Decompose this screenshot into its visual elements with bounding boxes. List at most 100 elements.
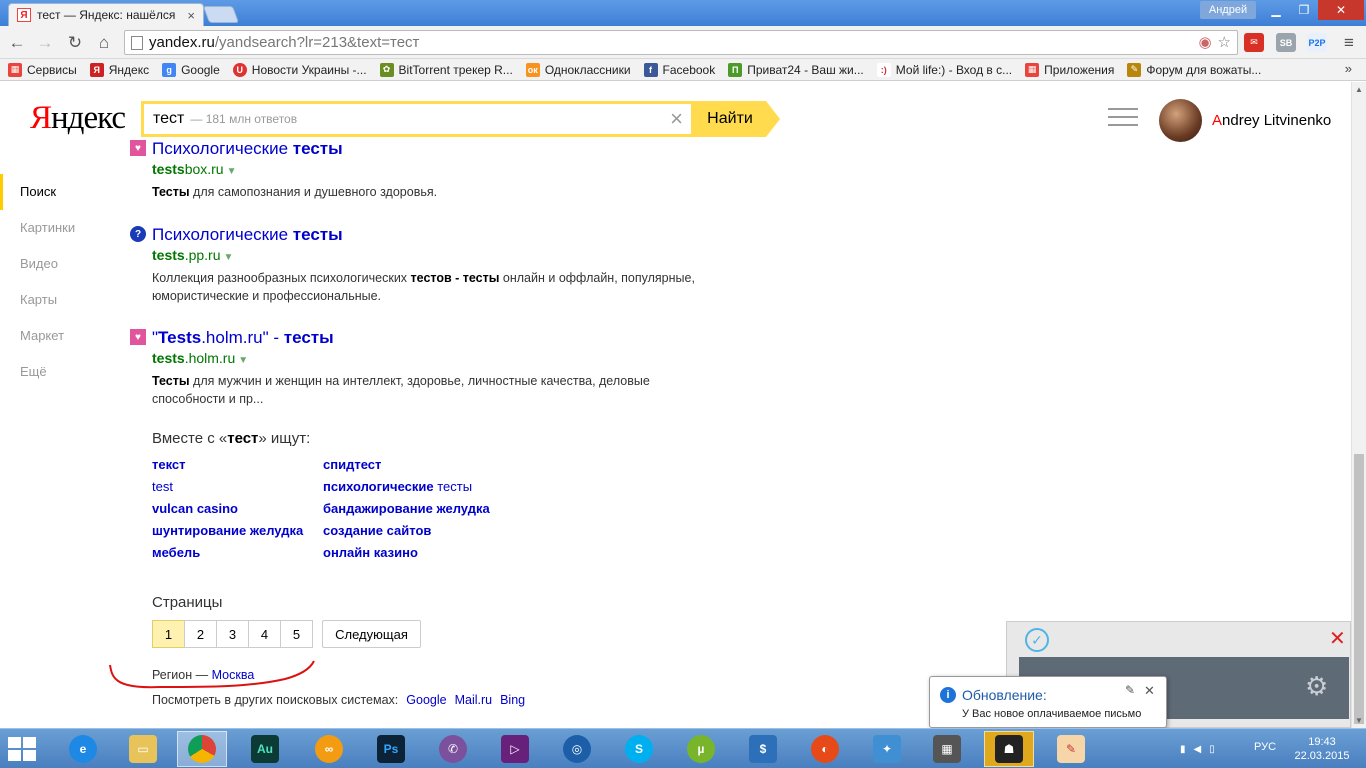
taskbar-chrome[interactable] bbox=[177, 731, 227, 767]
nav-search[interactable]: Поиск bbox=[0, 174, 120, 210]
address-bar[interactable]: yandex.ru/yandsearch?lr=213&text=тест ◉ … bbox=[124, 30, 1238, 55]
forward-arrow-icon[interactable]: → bbox=[34, 32, 56, 54]
profile-badge[interactable]: Андрей bbox=[1200, 1, 1256, 19]
new-tab-button[interactable] bbox=[202, 6, 240, 23]
close-icon[interactable]: ✕ bbox=[1329, 626, 1346, 651]
maximize-icon[interactable]: ❐ bbox=[1290, 0, 1318, 20]
page-scrollbar[interactable]: ▲ ▼ bbox=[1351, 82, 1366, 728]
language-indicator[interactable]: РУС bbox=[1254, 741, 1276, 753]
related-search-link[interactable]: онлайн казино bbox=[323, 542, 490, 564]
scroll-up-icon[interactable]: ▲ bbox=[1355, 85, 1363, 94]
page-1-button[interactable]: 1 bbox=[152, 620, 185, 648]
check-icon[interactable]: ✓ bbox=[1025, 628, 1049, 652]
bookmark-item[interactable]: ▦ Сервисы bbox=[8, 62, 77, 77]
minimize-icon[interactable]: ▁ bbox=[1262, 0, 1290, 20]
scroll-down-icon[interactable]: ▼ bbox=[1355, 716, 1363, 725]
gear-icon[interactable]: ⚙ bbox=[1305, 671, 1328, 702]
close-icon[interactable]: ✕ bbox=[1144, 683, 1155, 699]
scroll-thumb[interactable] bbox=[1354, 454, 1364, 724]
bookmark-item[interactable]: ✿ BitTorrent трекер R... bbox=[379, 62, 513, 77]
related-search-link[interactable]: мебель bbox=[152, 542, 303, 564]
browser-tab[interactable]: Я тест — Яндекс: нашёлся × bbox=[8, 3, 204, 26]
result-title-link[interactable]: "Tests.holm.ru" - тесты bbox=[152, 327, 710, 349]
volume-icon[interactable]: ◀ bbox=[1194, 744, 1202, 755]
related-search-link[interactable]: текст bbox=[152, 454, 303, 476]
result-url[interactable]: tests.pp.ru ▼ bbox=[152, 246, 710, 267]
bookmark-item[interactable]: f Facebook bbox=[643, 62, 715, 77]
result-url[interactable]: tests.holm.ru ▼ bbox=[152, 349, 710, 370]
taskbar-app[interactable]: ∞ bbox=[304, 731, 354, 767]
page-2-button[interactable]: 2 bbox=[184, 620, 217, 648]
yandex-logo[interactable]: Яндекс bbox=[30, 100, 126, 137]
p2p-extension-icon[interactable]: P2P bbox=[1307, 33, 1327, 52]
menu-icon[interactable]: ≡ bbox=[1338, 32, 1360, 54]
clear-icon[interactable]: × bbox=[670, 108, 683, 130]
bookmark-item[interactable]: П Приват24 - Ваш жи... bbox=[728, 62, 864, 77]
sb-extension-icon[interactable]: SB bbox=[1276, 33, 1296, 52]
page-3-button[interactable]: 3 bbox=[216, 620, 249, 648]
back-arrow-icon[interactable]: ← bbox=[6, 32, 28, 54]
nav-images[interactable]: Картинки bbox=[0, 210, 120, 246]
related-search-link[interactable]: шунтирование желудка bbox=[152, 520, 303, 542]
taskbar-ie[interactable]: e bbox=[58, 731, 108, 767]
engine-bing-link[interactable]: Bing bbox=[500, 693, 525, 707]
gmail-extension-icon[interactable]: ✉ bbox=[1244, 33, 1264, 52]
taskbar-app[interactable]: ◎ bbox=[552, 731, 602, 767]
notification-balloon[interactable]: i Обновление: У Вас новое оплачиваемое п… bbox=[929, 676, 1167, 728]
search-input[interactable]: тест — 181 млн ответов × bbox=[141, 101, 694, 137]
dropdown-arrow-icon[interactable]: ▼ bbox=[224, 252, 234, 263]
nav-maps[interactable]: Карты bbox=[0, 282, 120, 318]
nav-more[interactable]: Ещё bbox=[0, 354, 120, 390]
reload-icon[interactable]: ↻ bbox=[64, 32, 86, 54]
next-page-button[interactable]: Следующая bbox=[322, 620, 421, 648]
result-title-link[interactable]: Психологические тесты bbox=[152, 138, 437, 160]
network-icon[interactable]: ▮ bbox=[1180, 744, 1186, 755]
taskbar-paint[interactable]: ✎ bbox=[1046, 731, 1096, 767]
result-title-link[interactable]: Психологические тесты bbox=[152, 224, 710, 246]
bookmark-item[interactable]: g Google bbox=[162, 62, 220, 77]
bookmark-item[interactable]: ок Одноклассники bbox=[525, 62, 631, 77]
taskbar-photoshop[interactable]: Ps bbox=[366, 731, 416, 767]
bookmark-item[interactable]: ▦ Приложения bbox=[1025, 62, 1114, 77]
nav-market[interactable]: Маркет bbox=[0, 318, 120, 354]
taskbar-audition[interactable]: Au bbox=[240, 731, 290, 767]
bookmark-item[interactable]: Я Яндекс bbox=[89, 62, 149, 77]
taskbar-app[interactable]: ◐ bbox=[800, 731, 850, 767]
dropdown-arrow-icon[interactable]: ▼ bbox=[238, 355, 248, 366]
related-search-link[interactable]: спидтест bbox=[323, 454, 490, 476]
taskbar-app[interactable]: $ bbox=[738, 731, 788, 767]
bookmark-star-icon[interactable]: ☆ bbox=[1218, 33, 1231, 51]
taskbar-explorer[interactable]: ▭ bbox=[118, 731, 168, 767]
tab-close-icon[interactable]: × bbox=[187, 8, 195, 23]
user-name[interactable]: Andrey Litvinenko bbox=[1212, 112, 1331, 129]
taskbar-calculator[interactable]: ▦ bbox=[922, 731, 972, 767]
avatar[interactable] bbox=[1159, 99, 1202, 142]
battery-icon[interactable]: ▯ bbox=[1209, 744, 1215, 755]
engine-mailru-link[interactable]: Mail.ru bbox=[455, 693, 493, 707]
bookmark-item[interactable]: ✎ Форум для вожаты... bbox=[1127, 62, 1261, 77]
close-window-icon[interactable]: ✕ bbox=[1318, 0, 1364, 20]
related-search-link[interactable]: создание сайтов bbox=[323, 520, 490, 542]
engine-google-link[interactable]: Google bbox=[406, 693, 446, 707]
taskbar-app-active[interactable]: ☗ bbox=[984, 731, 1034, 767]
page-4-button[interactable]: 4 bbox=[248, 620, 281, 648]
start-button[interactable] bbox=[8, 737, 38, 761]
home-icon[interactable]: ⌂ bbox=[93, 32, 115, 54]
taskbar-app[interactable]: ✦ bbox=[862, 731, 912, 767]
more-bookmarks-icon[interactable]: » bbox=[1345, 61, 1352, 76]
taskbar-skype[interactable]: S bbox=[614, 731, 664, 767]
related-search-link[interactable]: бандажирование желудка bbox=[323, 498, 490, 520]
settings-sliders-icon[interactable] bbox=[1108, 108, 1138, 132]
extension-badge-icon[interactable]: ◉ bbox=[1198, 33, 1211, 51]
related-search-link[interactable]: test bbox=[152, 476, 303, 498]
wrench-icon[interactable]: ✎ bbox=[1125, 683, 1135, 697]
search-button[interactable]: Найти bbox=[694, 101, 766, 137]
related-search-link[interactable]: vulcan casino bbox=[152, 498, 303, 520]
bookmark-item[interactable]: :) Мой life:) - Вход в с... bbox=[876, 62, 1012, 77]
related-search-link[interactable]: психологические тесты bbox=[323, 476, 490, 498]
result-url[interactable]: testsbox.ru ▼ bbox=[152, 160, 437, 181]
page-5-button[interactable]: 5 bbox=[280, 620, 313, 648]
bookmark-item[interactable]: U Новости Украины -... bbox=[232, 62, 367, 77]
taskbar-visualstudio[interactable]: ▷ bbox=[490, 731, 540, 767]
dropdown-arrow-icon[interactable]: ▼ bbox=[227, 166, 237, 177]
